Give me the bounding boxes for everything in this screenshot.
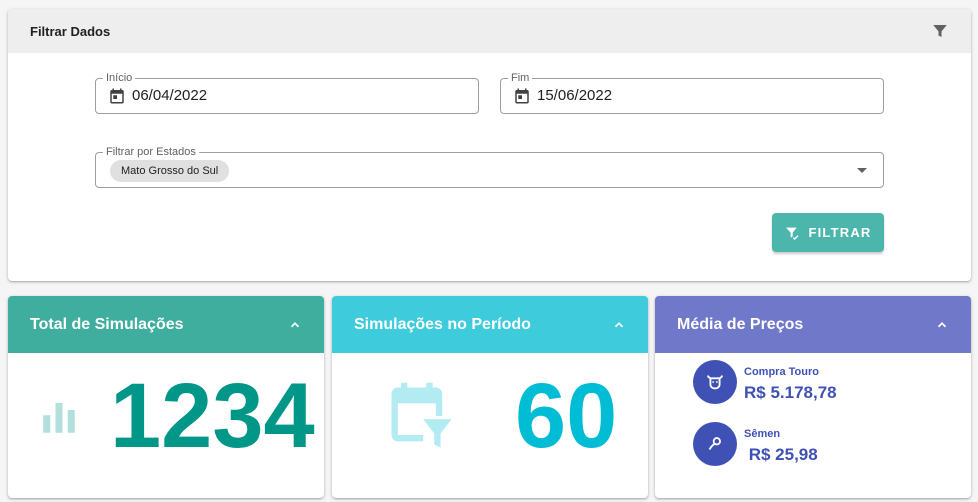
total-card-header[interactable]: Total de Simulações (8, 296, 324, 353)
states-select[interactable]: Filtrar por Estados Mato Grosso do Sul (95, 145, 884, 188)
end-date-value: 15/06/2022 (537, 87, 613, 104)
prices-card-title: Média de Preços (677, 315, 804, 333)
price-item-semen: Sêmen R$ 25,98 (693, 422, 818, 466)
state-chip[interactable]: Mato Grosso do Sul (110, 160, 230, 182)
price-label: Compra Touro (744, 366, 819, 378)
calendar-icon (515, 88, 529, 104)
period-card-title: Simulações no Período (354, 315, 531, 333)
calendar-filter-icon (391, 382, 452, 448)
start-date-field[interactable]: Início 06/04/2022 (95, 71, 479, 114)
states-label: Filtrar por Estados (103, 145, 199, 159)
filter-icon[interactable] (931, 22, 949, 40)
average-prices-card: Média de Preços Compra Touro R$ 5.178,78… (655, 296, 971, 498)
price-label: Sêmen (744, 428, 781, 440)
start-date-value: 06/04/2022 (132, 87, 208, 104)
bull-icon (693, 360, 737, 404)
total-card-title: Total de Simulações (30, 315, 184, 333)
prices-card-header[interactable]: Média de Preços (655, 296, 971, 353)
chevron-up-icon[interactable] (612, 318, 626, 332)
filter-header: Filtrar Dados (8, 9, 971, 53)
filter-title: Filtrar Dados (30, 23, 111, 39)
filter-check-icon (786, 227, 799, 240)
price-value: R$ 5.178,78 (744, 383, 837, 402)
chevron-up-icon[interactable] (935, 318, 949, 332)
filter-button-label: FILTRAR (808, 225, 872, 240)
period-simulations-value: 60 (515, 365, 618, 467)
bar-chart-icon (43, 403, 75, 433)
total-simulations-card: Total de Simulações 1234 (8, 296, 324, 498)
price-value: R$ 25,98 (744, 445, 818, 464)
chevron-up-icon[interactable] (288, 318, 302, 332)
end-date-label: Fim (508, 71, 533, 85)
start-date-label: Início (103, 71, 136, 85)
calendar-icon (110, 88, 124, 104)
period-card-header[interactable]: Simulações no Período (332, 296, 648, 353)
filter-panel: Filtrar Dados Início 06/04/2022 Fim 15/0… (8, 9, 971, 281)
dropdown-arrow-icon[interactable] (857, 168, 867, 173)
total-simulations-value: 1234 (110, 365, 315, 467)
period-simulations-card: Simulações no Período 60 (332, 296, 648, 498)
semen-icon (693, 422, 737, 466)
price-item-bull: Compra Touro R$ 5.178,78 (693, 360, 837, 404)
end-date-field[interactable]: Fim 15/06/2022 (500, 71, 884, 114)
filter-button[interactable]: FILTRAR (772, 213, 884, 252)
